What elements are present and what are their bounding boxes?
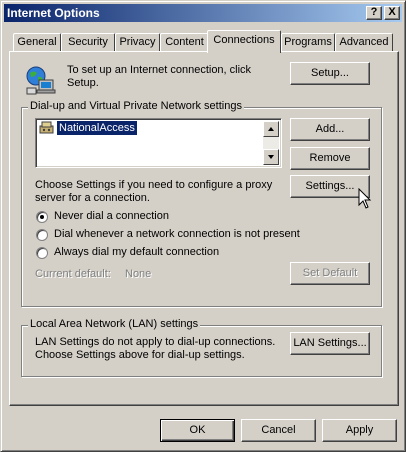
tab-content[interactable]: Content	[160, 33, 209, 52]
lan-settings-button-label: LAN Settings...	[293, 337, 367, 349]
help-button[interactable]: ?	[366, 6, 382, 20]
radio-selected-dot	[40, 215, 44, 219]
dialup-connection-icon	[39, 121, 55, 135]
current-default-value: None	[125, 268, 152, 280]
tab-connections[interactable]: Connections	[207, 30, 281, 53]
apply-button-label: Apply	[345, 424, 374, 436]
radio-label[interactable]: Dial whenever a network connection is no…	[54, 228, 300, 241]
connection-name: NationalAccess	[56, 120, 138, 136]
internet-connection-icon	[25, 64, 57, 96]
tab-security[interactable]: Security	[61, 33, 115, 52]
radio-never-dial[interactable]	[36, 211, 48, 223]
radio-label[interactable]: Never dial a connection	[54, 210, 169, 223]
ok-button-label: OK	[189, 424, 206, 436]
listbox-scrollbar[interactable]	[263, 121, 279, 165]
tab-label: General	[17, 36, 57, 48]
settings-button-label: Settings...	[305, 180, 355, 192]
list-item[interactable]: NationalAccess	[39, 120, 259, 136]
tab-label: Programs	[284, 36, 332, 48]
add-button[interactable]: Add...	[290, 118, 370, 141]
radio-always-dial[interactable]	[36, 247, 48, 259]
arrow-down-icon	[268, 155, 274, 159]
set-default-button[interactable]: Set Default	[290, 262, 370, 285]
scroll-down-button[interactable]	[263, 149, 279, 165]
dialup-group-label: Dial-up and Virtual Private Network sett…	[28, 100, 244, 112]
add-button-label: Add...	[315, 123, 345, 135]
cancel-button[interactable]: Cancel	[241, 419, 316, 442]
setup-button-label: Setup...	[311, 67, 349, 79]
tab-general[interactable]: General	[13, 33, 61, 52]
proxy-settings-hint: Choose Settings if you need to configure…	[35, 179, 273, 204]
tab-programs[interactable]: Programs	[281, 33, 335, 52]
tab-label: Security	[68, 36, 108, 48]
close-button[interactable]: X	[384, 6, 400, 20]
remove-button[interactable]: Remove	[290, 147, 370, 170]
setup-button[interactable]: Setup...	[290, 62, 370, 85]
close-icon: X	[388, 6, 396, 18]
internet-options-window: Internet Options ? X General Security Pr…	[0, 0, 406, 452]
tab-strip: General Security Privacy Content Connect…	[9, 30, 399, 53]
tab-advanced[interactable]: Advanced	[335, 33, 393, 52]
help-icon: ?	[370, 6, 378, 18]
arrow-up-icon	[268, 127, 274, 131]
ok-button[interactable]: OK	[160, 419, 235, 442]
tab-label: Content	[165, 36, 204, 48]
setup-instructions: To set up an Internet connection, click …	[67, 64, 252, 89]
apply-button[interactable]: Apply	[322, 419, 397, 442]
lan-group-label: Local Area Network (LAN) settings	[28, 318, 201, 330]
current-default-label: Current default:	[35, 268, 111, 280]
mouse-pointer-icon	[358, 187, 372, 210]
cancel-button-label: Cancel	[261, 424, 296, 436]
tab-label: Advanced	[339, 36, 389, 48]
radio-dial-when-no-network[interactable]	[36, 229, 48, 241]
tab-privacy[interactable]: Privacy	[115, 33, 160, 52]
window-title: Internet Options	[7, 6, 100, 20]
tab-label: Privacy	[119, 36, 156, 48]
set-default-button-label: Set Default	[302, 267, 358, 279]
scroll-up-button[interactable]	[263, 121, 279, 137]
title-bar[interactable]: Internet Options	[4, 4, 402, 22]
connections-listbox[interactable]: NationalAccess	[35, 118, 282, 168]
lan-settings-description: LAN Settings do not apply to dial-up con…	[35, 336, 276, 361]
connections-panel: To set up an Internet connection, click …	[9, 51, 399, 406]
remove-button-label: Remove	[309, 152, 351, 164]
lan-settings-button[interactable]: LAN Settings...	[290, 332, 370, 355]
tab-label: Connections	[213, 34, 275, 46]
radio-label[interactable]: Always dial my default connection	[54, 246, 219, 259]
